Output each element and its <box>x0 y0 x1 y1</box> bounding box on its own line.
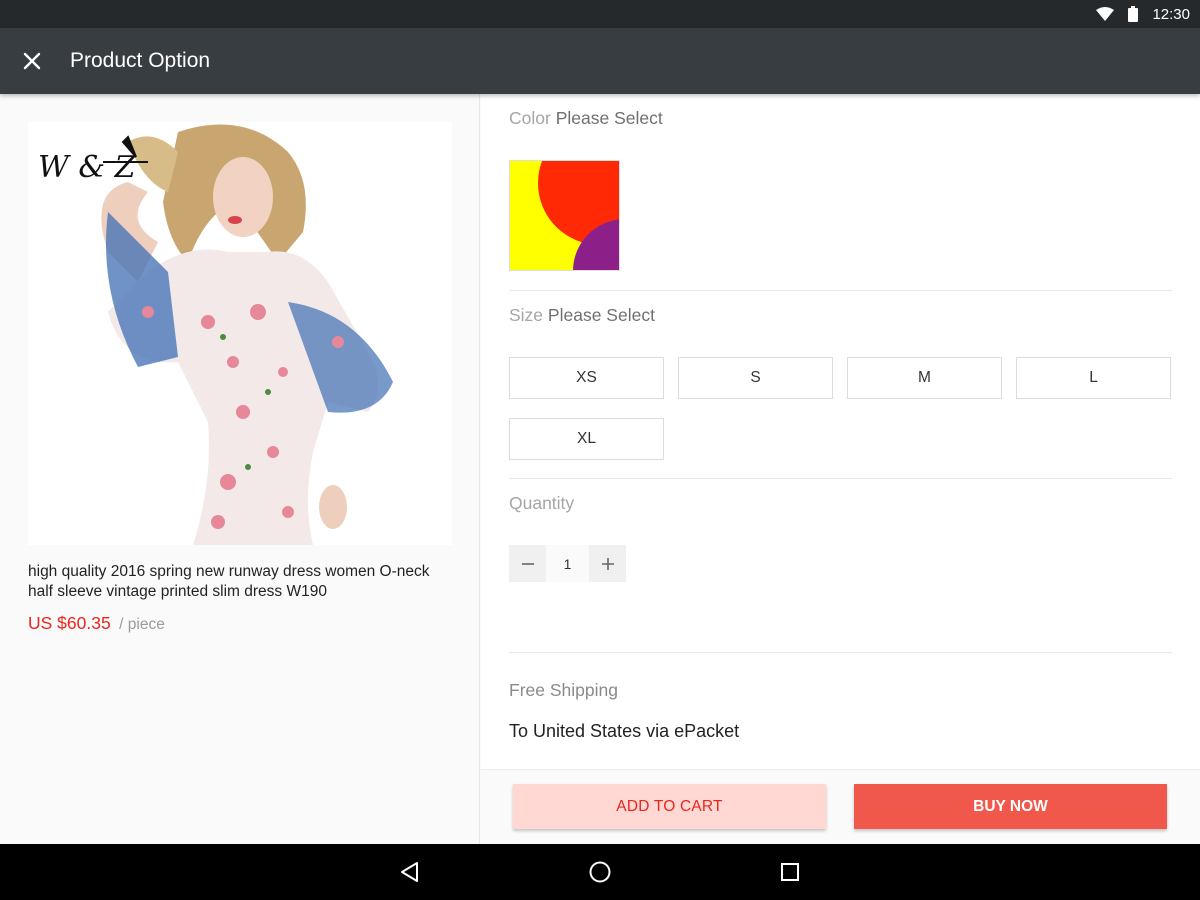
size-option-l[interactable]: L <box>1016 357 1171 399</box>
battery-icon <box>1128 6 1139 22</box>
home-icon <box>589 861 611 883</box>
divider <box>509 290 1172 291</box>
close-button[interactable] <box>0 28 64 94</box>
quantity-decrease-button[interactable] <box>509 545 546 582</box>
back-button[interactable] <box>380 844 440 900</box>
color-label-text: Color <box>509 108 551 128</box>
divider <box>509 652 1172 653</box>
home-button[interactable] <box>570 844 630 900</box>
divider <box>509 478 1172 479</box>
quantity-stepper: 1 <box>509 545 626 582</box>
product-image: W & Z <box>28 122 452 545</box>
minus-icon <box>521 562 534 565</box>
size-option-m[interactable]: M <box>847 357 1002 399</box>
product-title: high quality 2016 spring new runway dres… <box>28 563 430 600</box>
color-selection-status: Please Select <box>555 108 663 128</box>
app-toolbar: Product Option <box>0 28 1200 94</box>
color-label: Color Please Select <box>509 108 663 129</box>
wifi-icon <box>1096 7 1115 21</box>
size-option-xs[interactable]: XS <box>509 357 664 399</box>
product-options-panel: Color Please Select Size Please Select X… <box>481 94 1200 844</box>
quantity-increase-button[interactable] <box>589 545 626 582</box>
recents-button[interactable] <box>760 844 820 900</box>
brand-logo: W & Z <box>38 150 137 185</box>
price-unit: / piece <box>119 616 165 633</box>
plus-icon <box>601 557 614 570</box>
action-bar: ADD TO CART BUY NOW <box>481 769 1200 844</box>
quantity-label: Quantity <box>509 493 575 513</box>
product-summary-panel: W & Z high quality 2016 spring new runwa… <box>0 94 480 844</box>
system-nav-bar <box>0 844 1200 900</box>
price-row: US $60.35 / piece <box>28 613 165 634</box>
recents-icon <box>781 863 799 881</box>
page-title: Product Option <box>70 49 211 72</box>
size-option-xl[interactable]: XL <box>509 418 664 460</box>
shipping-detail: To United States via ePacket <box>509 721 740 741</box>
back-icon <box>401 862 418 882</box>
add-to-cart-button[interactable]: ADD TO CART <box>513 784 826 829</box>
size-label-text: Size <box>509 305 544 325</box>
buy-now-button[interactable]: BUY NOW <box>854 784 1167 829</box>
color-swatch-option[interactable] <box>509 160 620 271</box>
status-bar: 12:30 <box>0 0 1200 28</box>
clock: 12:30 <box>1152 5 1190 23</box>
size-option-s[interactable]: S <box>678 357 833 399</box>
size-selection-status: Please Select <box>547 305 655 325</box>
product-price: US $60.35 <box>28 613 111 633</box>
close-icon <box>23 52 41 70</box>
size-label: Size Please Select <box>509 305 655 326</box>
quantity-value[interactable]: 1 <box>546 545 589 582</box>
shipping-title: Free Shipping <box>509 680 618 700</box>
